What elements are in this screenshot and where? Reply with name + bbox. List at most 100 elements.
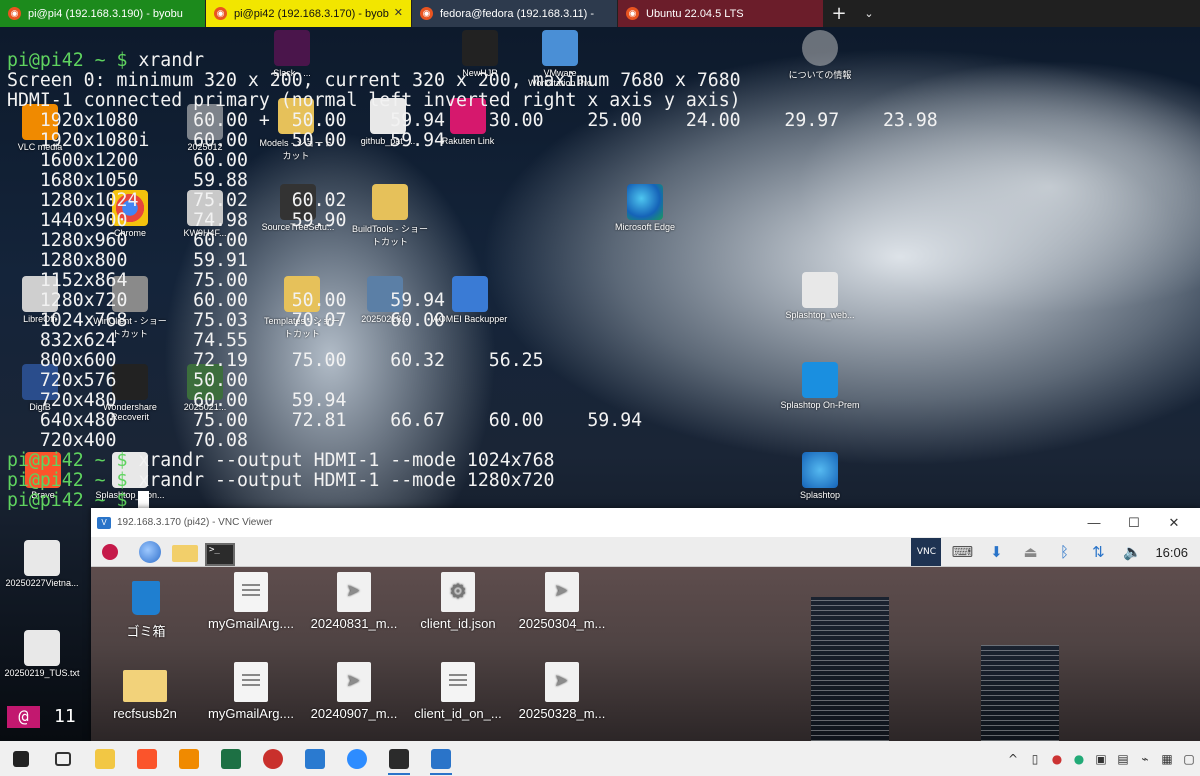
tab-ubuntu[interactable]: ◉ Ubuntu 22.04.5 LTS — [618, 0, 823, 27]
terminal-line: 720x400 70.08 — [7, 430, 248, 451]
chevron-up-icon[interactable]: ^ — [1002, 752, 1024, 766]
desktop-icon-vietnam[interactable]: 20250227Vietna... — [2, 540, 82, 588]
file-manager-icon[interactable] — [171, 540, 198, 564]
pi-desktop-icon[interactable]: client_id_on_... — [408, 662, 508, 721]
tab-fedora[interactable]: ◉ fedora@fedora (192.168.3.11) - — [412, 0, 617, 27]
terminal-line: 1280x800 59.91 — [7, 250, 248, 271]
config-file-icon — [441, 572, 475, 612]
pi-desktop-icon[interactable]: ゴミ箱 — [96, 577, 196, 640]
prompt: pi@pi42 ~ $ — [7, 470, 128, 491]
start-button[interactable] — [0, 741, 42, 776]
folder-icon — [95, 748, 115, 769]
taskbar-brave[interactable] — [126, 741, 168, 776]
taskbar-file-explorer[interactable] — [84, 741, 126, 776]
pi-icon-label: 20240831_m... — [310, 616, 398, 631]
command-text: xrandr --output HDMI-1 --mode 1024x768 — [127, 450, 555, 471]
send-file-icon — [545, 572, 579, 612]
tray-app-icon[interactable]: ● — [1068, 752, 1090, 766]
vnc-server-icon[interactable]: VNC — [911, 538, 942, 566]
terminal-line: 720x480 60.00 59.94 — [7, 390, 347, 411]
terminal-output[interactable]: pi@pi42 ~ $ xrandr Screen 0: minimum 320 … — [7, 31, 1197, 531]
volume-icon[interactable]: 🔈 — [1115, 537, 1149, 567]
minimize-button[interactable]: — — [1074, 508, 1114, 537]
clock: 16:06 — [1155, 544, 1188, 560]
terminal-line: 1280x960 60.00 — [7, 230, 248, 251]
pi-icon-label: 20250304_m... — [518, 616, 606, 631]
taskbar-excel[interactable] — [210, 741, 252, 776]
updates-icon[interactable]: ⬇ — [979, 537, 1013, 567]
document-icon — [441, 662, 475, 702]
ubuntu-icon: ◉ — [626, 7, 639, 20]
pi-desktop-icon[interactable]: 20250328_m... — [512, 662, 612, 721]
pi-icon-label: myGmailArg.... — [208, 616, 294, 631]
terminal-icon — [389, 748, 409, 769]
taskbar-vscode[interactable] — [294, 741, 336, 776]
pi-desktop-icon[interactable]: client_id.json — [408, 572, 508, 631]
taskbar-vlc[interactable] — [168, 741, 210, 776]
tray-app-icon[interactable]: ▢ — [1178, 752, 1200, 766]
desktop-icon-label: 20250219_TUS.txt — [4, 668, 80, 678]
vlc-icon — [179, 748, 199, 769]
pi-desktop-icon[interactable]: recfsusb2n — [95, 662, 195, 721]
tab-pi4[interactable]: ◉ pi@pi4 (192.168.3.190) - byobu — [0, 0, 205, 27]
terminal-line: 1440x900 74.98 59.90 — [7, 210, 347, 231]
desktop-icon-tus[interactable]: 20250219_TUS.txt — [2, 630, 82, 678]
keyboard-icon[interactable]: ⌨ — [945, 537, 979, 567]
terminal-line: Screen 0: minimum 320 x 200, current 320… — [7, 70, 741, 91]
taskbar-vnc-viewer[interactable] — [420, 741, 462, 776]
send-file-icon — [337, 662, 371, 702]
pi-icon-label: myGmailArg.... — [208, 706, 294, 721]
pi-desktop-icon[interactable]: myGmailArg.... — [201, 662, 301, 721]
tray-app-icon[interactable]: ▦ — [1156, 752, 1178, 766]
close-icon[interactable]: ✕ — [394, 6, 403, 19]
file-icon — [24, 630, 60, 666]
pi-desktop-icon[interactable]: myGmailArg.... — [201, 572, 301, 631]
vnc-title-bar[interactable]: V 192.168.3.170 (pi42) - VNC Viewer — ☐ … — [91, 508, 1200, 537]
pi-desktop: ゴミ箱 myGmailArg.... 20240831_m... client_… — [91, 567, 1200, 741]
chevron-down-icon[interactable]: ⌄ — [854, 0, 884, 27]
command-text: xrandr — [127, 50, 205, 71]
windows-taskbar: ^ ▯ ● ● ▣ ▤ ⌁ ▦ ▢ — [0, 741, 1200, 776]
command-text: xrandr --output HDMI-1 --mode 1280x720 — [127, 470, 555, 491]
pi-icon-label: client_id_on_... — [414, 706, 502, 721]
ubuntu-icon: ◉ — [214, 7, 227, 20]
file-icon — [24, 540, 60, 576]
browser-icon[interactable] — [137, 540, 163, 564]
terminal-line: 1024x768 75.03 70.07 60.00 — [7, 310, 445, 331]
taskbar-terminal[interactable] — [378, 741, 420, 776]
pi-desktop-icon[interactable]: 20240831_m... — [304, 572, 404, 631]
document-icon — [234, 572, 268, 612]
taskbar-zoom[interactable] — [336, 741, 378, 776]
maximize-button[interactable]: ☐ — [1114, 508, 1154, 537]
terminal-icon[interactable] — [204, 540, 235, 566]
ubuntu-icon: ◉ — [8, 7, 21, 20]
pi-desktop-icon[interactable]: 20250304_m... — [512, 572, 612, 631]
close-button[interactable]: ✕ — [1154, 508, 1194, 537]
terminal-line: 1280x1024 75.02 60.02 — [7, 190, 347, 211]
brave-icon — [137, 748, 157, 769]
usb-icon[interactable]: ⌁ — [1134, 752, 1156, 766]
vnc-viewer-icon — [431, 748, 451, 769]
terminal-line: 1152x864 75.00 — [7, 270, 248, 291]
tab-pi42[interactable]: ◉ pi@pi42 (192.168.3.170) - byob ✕ — [206, 0, 411, 27]
taskbar-app[interactable] — [252, 741, 294, 776]
tray-app-icon[interactable]: ▣ — [1090, 752, 1112, 766]
network-icon[interactable]: ⇅ — [1081, 537, 1115, 567]
pi-desktop-icon[interactable]: 20240907_m... — [304, 662, 404, 721]
vnc-window-title: 192.168.3.170 (pi42) - VNC Viewer — [117, 517, 273, 528]
terminal-line: 720x576 50.00 — [7, 370, 248, 391]
tray-app-icon[interactable]: ● — [1046, 752, 1068, 766]
pi-icon-label: 20250328_m... — [518, 706, 606, 721]
task-view-button[interactable] — [42, 741, 84, 776]
raspberry-menu-icon[interactable] — [97, 540, 123, 564]
tray-app-icon[interactable]: ▤ — [1112, 752, 1134, 766]
terminal-line: 832x624 74.55 — [7, 330, 248, 351]
new-tab-button[interactable]: + — [824, 0, 854, 27]
terminal-tab-bar: ◉ pi@pi4 (192.168.3.190) - byobu ◉ pi@pi… — [0, 0, 1200, 27]
bluetooth-icon[interactable]: ᛒ — [1047, 537, 1081, 567]
vnc-viewer-window[interactable]: V 192.168.3.170 (pi42) - VNC Viewer — ☐ … — [91, 508, 1200, 741]
eject-icon[interactable]: ⏏ — [1013, 537, 1047, 567]
terminal-line: 800x600 72.19 75.00 60.32 56.25 — [7, 350, 544, 371]
pi-icon-label: ゴミ箱 — [126, 624, 166, 639]
tray-app-icon[interactable]: ▯ — [1024, 752, 1046, 766]
